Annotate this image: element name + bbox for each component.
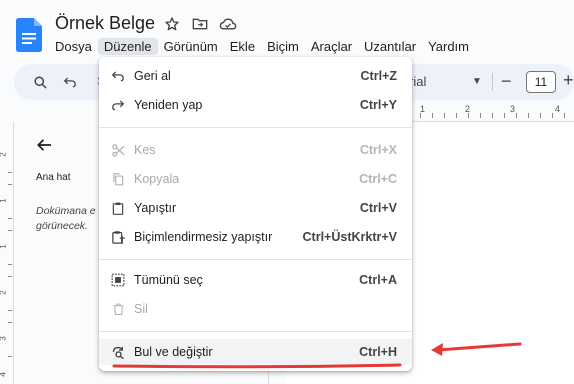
ruler-tick — [456, 113, 457, 118]
ruler-tick — [444, 113, 445, 118]
ruler-number: 3 — [0, 336, 8, 340]
increase-font-size-button[interactable]: + — [563, 70, 574, 91]
menu-item-undo[interactable]: Geri al Ctrl+Z — [99, 63, 412, 89]
ruler-tick — [504, 113, 505, 118]
shortcut-text: Ctrl+A — [359, 273, 397, 287]
back-arrow-icon[interactable] — [36, 136, 56, 156]
redo-icon — [109, 96, 127, 114]
ruler-tick — [432, 113, 433, 118]
menu-bicim[interactable]: Biçim — [261, 38, 305, 55]
chevron-down-icon[interactable]: ▼ — [472, 76, 482, 87]
menu-item-redo[interactable]: Yeniden yap Ctrl+Y — [99, 92, 412, 118]
ruler-tick — [540, 113, 541, 118]
edit-menu-dropdown: Geri al Ctrl+Z Yeniden yap Ctrl+Y Kes Ct… — [99, 57, 412, 371]
clipboard-icon — [109, 199, 127, 217]
shortcut-text: Ctrl+V — [359, 201, 397, 215]
ruler-tick — [552, 113, 553, 118]
ruler-tick — [468, 113, 469, 118]
ruler-tick — [420, 113, 421, 118]
ruler-number: 1 — [0, 244, 8, 248]
shortcut-text: Ctrl+H — [359, 345, 397, 359]
ruler-tick — [8, 310, 12, 311]
menu-divider — [99, 259, 412, 260]
menu-item-label: Kes — [134, 143, 156, 157]
menu-item-label: Tümünü seç — [134, 273, 203, 287]
ruler-tick — [8, 230, 12, 231]
ruler-tick — [8, 264, 12, 265]
ruler-tick — [8, 356, 12, 357]
paste-without-formatting-icon — [109, 228, 127, 246]
ruler-tick — [8, 276, 12, 277]
annotation-underline — [112, 363, 402, 369]
ruler-number: 3 — [510, 104, 516, 114]
menu-item-cut[interactable]: Kes Ctrl+X — [99, 137, 412, 163]
menu-ekle[interactable]: Ekle — [224, 38, 261, 55]
menu-item-label: Kopyala — [134, 172, 180, 186]
menu-uzantilar[interactable]: Uzantılar — [358, 38, 422, 55]
star-icon[interactable] — [162, 14, 182, 34]
menu-divider — [99, 331, 412, 332]
shortcut-text: Ctrl+Z — [360, 69, 397, 83]
menu-duzenle[interactable]: Düzenle — [97, 38, 158, 55]
menu-dosya[interactable]: Dosya — [49, 38, 98, 55]
ruler-tick — [8, 172, 12, 173]
menu-item-label: Sil — [134, 302, 148, 316]
menu-item-label: Biçimlendirmesiz yapıştır — [134, 230, 273, 244]
ruler-tick — [8, 218, 12, 219]
menu-araclar[interactable]: Araçlar — [305, 38, 358, 55]
ruler-tick — [492, 113, 493, 118]
ruler-tick — [564, 113, 565, 118]
document-title[interactable]: Örnek Belge — [55, 13, 155, 34]
shortcut-text: Ctrl+ÜstKrktr+V — [302, 230, 397, 244]
search-menus-icon[interactable] — [30, 72, 50, 92]
ruler-tick — [516, 113, 517, 118]
ruler-number: 2 — [0, 290, 8, 294]
select-all-icon — [109, 271, 127, 289]
shortcut-text: Ctrl+Y — [359, 98, 397, 112]
shortcut-text: Ctrl+X — [359, 143, 397, 157]
shortcut-text: Ctrl+C — [359, 172, 397, 186]
menu-item-label: Bul ve değiştir — [134, 345, 213, 359]
menu-item-delete[interactable]: Sil — [99, 296, 412, 322]
copy-icon — [109, 170, 127, 188]
menu-item-label: Geri al — [134, 69, 171, 83]
menu-item-paste-plain[interactable]: Biçimlendirmesiz yapıştır Ctrl+ÜstKrktr+… — [99, 224, 412, 250]
ruler-tick — [528, 113, 529, 118]
scissors-icon — [109, 141, 127, 159]
undo-icon — [109, 67, 127, 85]
menu-item-label: Yapıştır — [134, 201, 177, 215]
menu-item-paste[interactable]: Yapıştır Ctrl+V — [99, 195, 412, 221]
annotation-arrow-icon — [431, 342, 522, 356]
trash-icon — [109, 300, 127, 318]
menu-yardim[interactable]: Yardım — [422, 38, 475, 55]
undo-icon[interactable] — [60, 72, 80, 92]
menubar: Dosya Düzenle Görünüm Ekle Biçim Araçlar… — [49, 38, 475, 55]
menu-divider — [99, 127, 412, 128]
ruler-number: 4 — [0, 372, 8, 376]
docs-logo-icon[interactable] — [16, 18, 42, 52]
menu-item-find-replace[interactable]: Bul ve değiştir Ctrl+H — [99, 339, 412, 365]
move-folder-icon[interactable] — [190, 14, 210, 34]
ruler-tick — [8, 322, 12, 323]
ruler-tick — [8, 184, 12, 185]
ruler-tick — [480, 113, 481, 118]
ruler-number: 2 — [0, 152, 8, 156]
outline-placeholder: Dokümana e görünecek. — [36, 205, 96, 232]
decrease-font-size-button[interactable]: − — [501, 71, 512, 92]
cloud-status-icon[interactable] — [218, 14, 238, 34]
menu-item-label: Yeniden yap — [134, 98, 203, 112]
menu-item-select-all[interactable]: Tümünü seç Ctrl+A — [99, 267, 412, 293]
vertical-ruler[interactable]: 2 1 1 2 3 4 — [0, 122, 14, 384]
outline-heading: Ana hat — [36, 172, 71, 183]
find-replace-icon — [109, 343, 127, 361]
ruler-number: 1 — [0, 198, 8, 202]
menu-item-copy[interactable]: Kopyala Ctrl+C — [99, 166, 412, 192]
ruler-number: 4 — [555, 104, 561, 114]
toolbar-divider — [492, 73, 493, 91]
menu-gorunum[interactable]: Görünüm — [158, 38, 224, 55]
font-size-input[interactable]: 11 — [526, 71, 556, 93]
